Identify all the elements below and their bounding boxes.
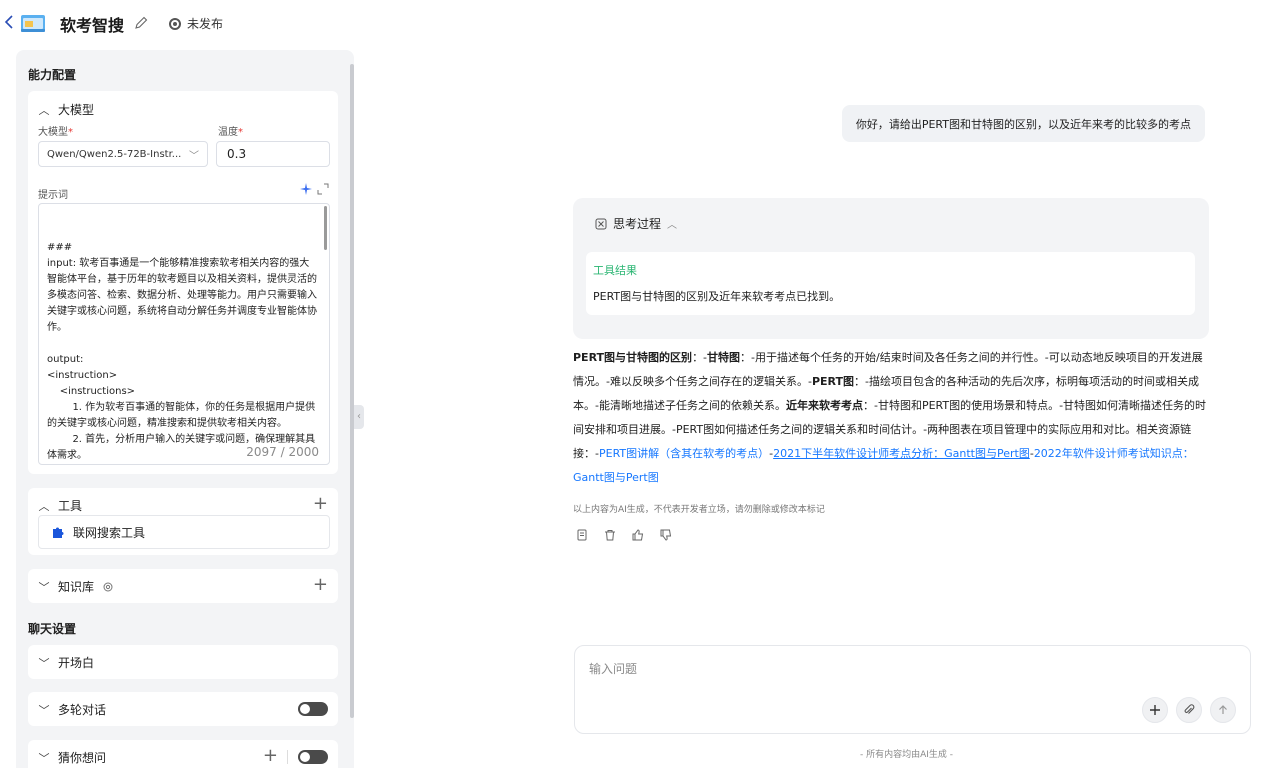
resource-link-1[interactable]: PERT图讲解（含其在软考的考点） bbox=[599, 447, 769, 460]
knowledge-base-card[interactable]: ﹀ 知识库 + bbox=[28, 569, 338, 603]
thinking-icon bbox=[595, 218, 607, 230]
expand-icon[interactable] bbox=[317, 183, 329, 195]
chevron-up-icon: ︿ bbox=[667, 220, 678, 231]
back-arrow-icon[interactable] bbox=[4, 14, 16, 32]
model-label: 大模型* bbox=[38, 127, 73, 138]
assistant-answer: PERT图与甘特图的区别：-甘特图：-用于描述每个任务的开始/结束时间及各任务之… bbox=[573, 346, 1209, 490]
answer-heading: PERT图与甘特图的区别 bbox=[573, 351, 693, 364]
status-dot-icon bbox=[169, 17, 181, 30]
add-knowledge-base-button[interactable]: + bbox=[313, 576, 328, 594]
thumbs-down-icon[interactable] bbox=[659, 528, 673, 542]
gear-icon[interactable] bbox=[102, 581, 114, 593]
chevron-up-icon: ︿ bbox=[38, 499, 50, 513]
opening-card-header[interactable]: ﹀ 开场白 bbox=[38, 654, 95, 671]
guess-toggle[interactable] bbox=[298, 750, 328, 764]
user-message-bubble: 你好，请给出PERT图和甘特图的区别，以及近年来考的比较多的考点 bbox=[841, 105, 1205, 142]
top-header: 软考智搜 未发布 bbox=[0, 0, 1269, 46]
send-button[interactable] bbox=[1210, 697, 1236, 723]
tools-card-header[interactable]: ︿ 工具 bbox=[38, 497, 83, 514]
opening-card-title: 开场白 bbox=[58, 656, 95, 670]
add-guess-button[interactable]: + bbox=[263, 747, 278, 765]
chevron-down-icon: ﹀ bbox=[38, 751, 50, 765]
ai-sparkle-icon[interactable] bbox=[300, 183, 312, 195]
temperature-input[interactable]: 0.3 bbox=[216, 141, 330, 167]
left-panel-scrollbar[interactable] bbox=[350, 64, 354, 718]
answer-pert-heading: PERT图 bbox=[811, 375, 854, 388]
tool-result-card: 工具结果 PERT图与甘特图的区别及近年来软考考点已找到。 bbox=[586, 252, 1195, 315]
guess-title: 猜你想问 bbox=[58, 751, 107, 765]
prompt-scrollbar[interactable] bbox=[324, 206, 327, 250]
tool-result-text: PERT图与甘特图的区别及近年来软考考点已找到。 bbox=[593, 290, 841, 303]
opening-card[interactable]: ﹀ 开场白 bbox=[28, 645, 338, 679]
prompt-text: ### input: 软考百事通是一个能够精准搜索软考相关内容的强大智能体平台，… bbox=[47, 242, 317, 461]
ai-disclaimer: 以上内容为AI生成，不代表开发者立场，请勿删除或修改本标记 bbox=[573, 505, 825, 515]
message-actions bbox=[575, 528, 673, 542]
prompt-label: 提示词 bbox=[38, 190, 68, 201]
kb-card-header[interactable]: ﹀ 知识库 bbox=[38, 578, 114, 595]
multi-turn-toggle[interactable] bbox=[298, 702, 328, 716]
temperature-label: 温度* bbox=[218, 127, 243, 138]
thumbs-up-icon[interactable] bbox=[631, 528, 645, 542]
add-button[interactable] bbox=[1142, 697, 1168, 723]
attach-icon[interactable] bbox=[1176, 697, 1202, 723]
config-panel: 能力配置 ︿ 大模型 大模型* 温度* Qwen/Qwen2.5-72B-Ins… bbox=[16, 50, 354, 768]
resource-link-2[interactable]: 2021下半年软件设计师考点分析：Gantt图与Pert图 bbox=[773, 447, 1030, 460]
guess-card: ﹀ 猜你想问 + bbox=[28, 740, 338, 768]
chevron-down-icon: ﹀ bbox=[189, 150, 199, 162]
chevron-down-icon: ﹀ bbox=[38, 580, 50, 594]
thinking-label: 思考过程 bbox=[613, 217, 662, 231]
llm-card-title: 大模型 bbox=[58, 103, 95, 117]
kb-card-title: 知识库 bbox=[58, 580, 95, 594]
answer-text: ：- bbox=[692, 351, 708, 364]
model-select[interactable]: Qwen/Qwen2.5-72B-Instr... ﹀ bbox=[38, 141, 208, 167]
multi-turn-card: ﹀ 多轮对话 bbox=[28, 692, 338, 726]
model-select-value: Qwen/Qwen2.5-72B-Instr... bbox=[47, 148, 182, 160]
prompt-textarea[interactable]: ### input: 软考百事通是一个能够精准搜索软考相关内容的强大智能体平台，… bbox=[38, 203, 330, 465]
llm-card-header[interactable]: ︿ 大模型 bbox=[38, 101, 95, 118]
tool-item-web-search[interactable]: 联网搜索工具 bbox=[38, 515, 330, 549]
multi-turn-title: 多轮对话 bbox=[58, 703, 107, 717]
divider bbox=[287, 750, 288, 764]
collapse-panel-handle[interactable]: ‹ bbox=[354, 405, 364, 429]
chat-input-placeholder: 输入问题 bbox=[589, 662, 638, 676]
app-title: 软考智搜 bbox=[60, 16, 125, 35]
answer-gantt-heading: 甘特图 bbox=[707, 351, 741, 364]
tools-card-title: 工具 bbox=[58, 499, 83, 513]
edit-pencil-icon[interactable] bbox=[133, 15, 149, 31]
multi-turn-card-header[interactable]: ﹀ 多轮对话 bbox=[38, 701, 107, 718]
add-tool-button[interactable]: + bbox=[313, 495, 328, 513]
guess-card-header[interactable]: ﹀ 猜你想问 bbox=[38, 749, 107, 766]
copy-icon[interactable] bbox=[575, 528, 589, 542]
chevron-down-icon: ﹀ bbox=[38, 656, 50, 670]
capability-config-title: 能力配置 bbox=[28, 68, 77, 82]
thinking-process-box: 思考过程 ︿ 工具结果 PERT图与甘特图的区别及近年来软考考点已找到。 bbox=[573, 198, 1209, 339]
chat-input-box[interactable]: 输入问题 bbox=[574, 645, 1251, 734]
status-text: 未发布 bbox=[187, 17, 224, 31]
chat-settings-title: 聊天设置 bbox=[28, 622, 77, 636]
chevron-down-icon: ﹀ bbox=[38, 703, 50, 717]
publish-status: 未发布 bbox=[169, 15, 223, 32]
delete-icon[interactable] bbox=[603, 528, 617, 542]
llm-card: ︿ 大模型 大模型* 温度* Qwen/Qwen2.5-72B-Instr...… bbox=[28, 91, 338, 474]
answer-recent-heading: 近年来软考考点 bbox=[785, 399, 863, 412]
app-logo-icon bbox=[20, 12, 46, 34]
chevron-up-icon: ︿ bbox=[38, 103, 50, 117]
tool-item-label: 联网搜索工具 bbox=[73, 525, 146, 540]
tools-card: ︿ 工具 + 联网搜索工具 bbox=[28, 488, 338, 555]
puzzle-icon bbox=[51, 525, 65, 539]
char-counter: 2097 / 2000 bbox=[246, 444, 319, 460]
footer-note: - 所有内容均由AI生成 - bbox=[860, 750, 954, 760]
tool-result-title: 工具结果 bbox=[593, 264, 637, 277]
thinking-toggle[interactable]: 思考过程 ︿ bbox=[595, 215, 677, 232]
